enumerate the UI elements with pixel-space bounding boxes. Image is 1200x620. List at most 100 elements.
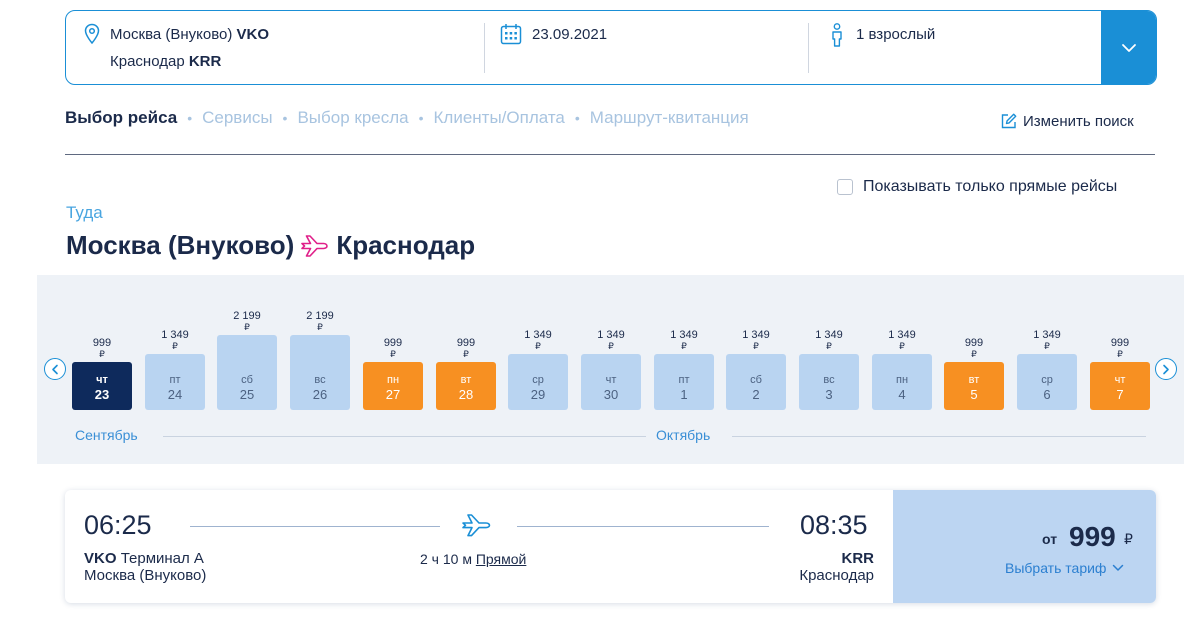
month-line: [163, 436, 646, 437]
day-price: 1 349: [888, 329, 916, 341]
day-of-week: ср: [532, 374, 544, 386]
day-price-bar[interactable]: [436, 362, 496, 410]
month-label-october: Октябрь: [656, 427, 711, 443]
calendar-icon: [500, 24, 522, 45]
duration-value: 2 ч 10 м: [420, 551, 472, 567]
day-of-week: вс: [314, 374, 326, 386]
step-seat-selection[interactable]: Выбор кресла: [297, 108, 408, 128]
day-price: 1 349: [1033, 329, 1061, 341]
day-of-week: пн: [895, 374, 909, 386]
departure-terminal: Терминал А: [120, 550, 204, 567]
price-prefix: от: [1042, 531, 1058, 547]
step-services[interactable]: Сервисы: [202, 108, 272, 128]
price-panel[interactable]: от 999 ₽ Выбрать тариф: [893, 490, 1156, 603]
arrival-time: 08:35: [800, 510, 868, 540]
prev-dates-button[interactable]: [44, 358, 66, 380]
day-of-week: пн: [386, 374, 400, 386]
day-number: 27: [385, 387, 401, 402]
route-title: Москва (Внуково) Краснодар: [66, 230, 475, 261]
day-currency: ₽: [463, 349, 469, 359]
passengers-field[interactable]: 1 взрослый: [808, 11, 1102, 84]
day-price-bar[interactable]: [363, 362, 423, 410]
day-number: 2: [752, 387, 760, 402]
day-currency: ₽: [99, 349, 105, 359]
destination-text: Краснодар KRR: [110, 53, 221, 70]
day-number: 6: [1043, 387, 1051, 402]
route-line: [190, 526, 440, 527]
step-flight-selection[interactable]: Выбор рейса: [65, 108, 177, 128]
destination-city: Краснодар: [110, 53, 185, 70]
edit-search-link[interactable]: Изменить поиск: [1000, 113, 1134, 130]
day-price-bar[interactable]: [1090, 362, 1150, 410]
day-number: 28: [458, 387, 474, 402]
day-currency: ₽: [899, 341, 905, 351]
step-clients-payment[interactable]: Клиенты/Оплата: [434, 108, 565, 128]
day-of-week: чт: [605, 374, 617, 386]
flight-type-link[interactable]: Прямой: [476, 551, 527, 567]
day-currency: ₽: [826, 341, 832, 351]
choose-fare-button[interactable]: Выбрать тариф: [1005, 560, 1124, 576]
direct-only-checkbox[interactable]: Показывать только прямые рейсы: [837, 178, 1117, 196]
location-pin-icon: [84, 23, 100, 45]
person-icon: [832, 23, 842, 47]
day-price-bar[interactable]: [944, 362, 1004, 410]
chevron-down-icon: [1121, 43, 1136, 52]
passengers-value: 1 взрослый: [856, 26, 936, 43]
day-currency: ₽: [390, 349, 396, 359]
day-number: 30: [603, 387, 619, 402]
step-separator: •: [187, 110, 193, 126]
expand-search-button[interactable]: [1101, 11, 1156, 84]
search-bar[interactable]: Москва (Внуково) VKO Краснодар KRR 23.09…: [65, 10, 1157, 85]
day-number: 25: [239, 387, 255, 402]
route-title-to: Краснодар: [336, 230, 476, 260]
departure-airport: VKO Терминал А: [84, 550, 204, 567]
day-price: 999: [92, 337, 112, 349]
day-of-week: пт: [678, 374, 690, 386]
departure-city: Москва (Внуково): [84, 567, 207, 584]
airplane-icon: [301, 234, 329, 257]
departure-code: VKO: [84, 550, 117, 567]
edit-icon: [1001, 113, 1017, 129]
flight-duration: 2 ч 10 м Прямой: [420, 551, 526, 567]
date-field[interactable]: 23.09.2021: [484, 11, 808, 84]
day-currency: ₽: [172, 341, 178, 351]
step-separator: •: [574, 110, 580, 126]
route-field[interactable]: Москва (Внуково) VKO Краснодар KRR: [66, 11, 484, 84]
day-of-week: сб: [750, 374, 762, 386]
day-currency: ₽: [535, 341, 541, 351]
day-number: 26: [312, 387, 328, 402]
airplane-icon: [462, 514, 491, 537]
day-currency: ₽: [681, 341, 687, 351]
direction-label: Туда: [66, 203, 103, 222]
day-currency: ₽: [317, 322, 323, 332]
origin-code: VKO: [236, 26, 270, 43]
day-price: 1 349: [597, 329, 625, 341]
day-currency: ₽: [971, 349, 977, 359]
checkbox-box[interactable]: [837, 179, 853, 195]
day-price-bar[interactable]: [72, 362, 132, 410]
day-number: 29: [530, 387, 546, 402]
day-number: 1: [680, 387, 688, 402]
flight-card[interactable]: 06:25 08:35 VKO Терминал А Москва (Внуко…: [65, 490, 1156, 603]
step-separator: •: [418, 110, 424, 126]
booking-steps: Выбор рейса • Сервисы • Выбор кресла • К…: [65, 108, 749, 128]
chevron-left-icon: [52, 364, 58, 374]
day-currency: ₽: [753, 341, 759, 351]
day-price: 2 199: [306, 310, 334, 322]
route-line: [517, 526, 769, 527]
day-number: 4: [898, 387, 906, 402]
day-price: 999: [964, 337, 984, 349]
day-price: 1 349: [670, 329, 698, 341]
day-of-week: чт: [96, 374, 108, 386]
step-itinerary-receipt[interactable]: Маршрут-квитанция: [590, 108, 749, 128]
month-label-september: Сентябрь: [75, 427, 138, 443]
origin-text: Москва (Внуково) VKO: [110, 26, 269, 43]
price-currency: ₽: [1124, 531, 1133, 547]
day-number: 7: [1116, 387, 1124, 402]
day-of-week: вт: [968, 374, 980, 386]
day-currency: ₽: [1044, 341, 1050, 351]
day-of-week: вс: [823, 374, 835, 386]
day-price: 1 349: [742, 329, 770, 341]
price-value: 999: [1069, 521, 1116, 552]
next-dates-button[interactable]: [1155, 358, 1177, 380]
